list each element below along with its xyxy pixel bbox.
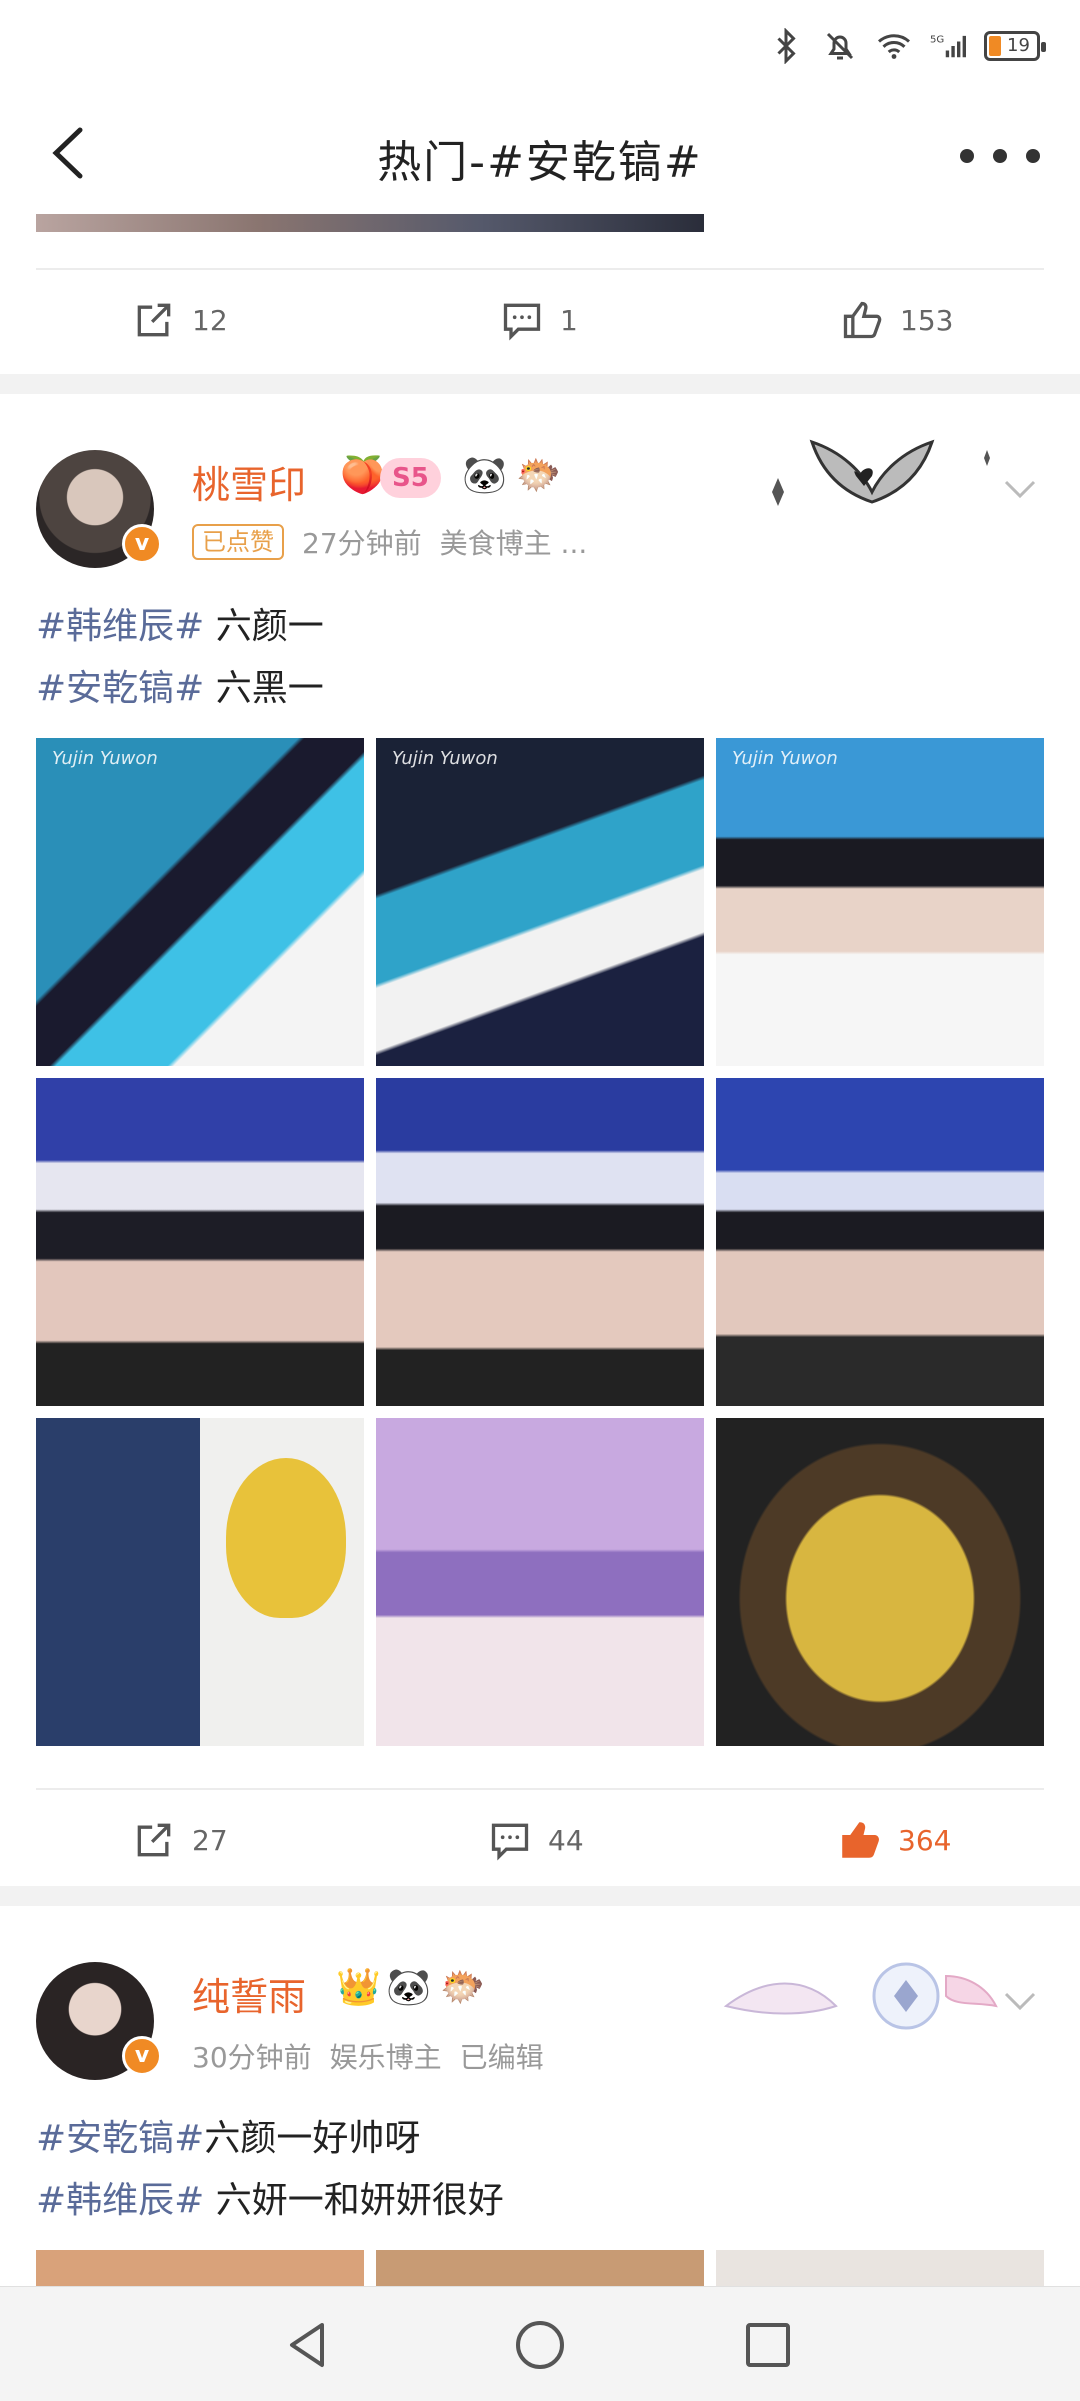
system-navigation-bar [0, 2286, 1080, 2401]
comment-button[interactable]: 1 [500, 280, 578, 360]
comment-count: 1 [560, 303, 578, 337]
mute-bell-icon [826, 32, 854, 60]
dot-icon [1026, 149, 1040, 163]
hashtag-link[interactable]: #韩维辰# [36, 2180, 204, 2221]
post-time: 27分钟前 [302, 527, 422, 560]
verified-badge-icon: v [122, 2036, 162, 2076]
grid-image[interactable] [36, 2250, 364, 2286]
battery-icon: 19 [984, 31, 1046, 61]
grid-image[interactable] [36, 1078, 364, 1406]
bluetooth-icon [777, 28, 796, 64]
page-title: 热门-#安乾镐# [377, 137, 703, 188]
watermark: Yujin Yuwon [732, 748, 838, 769]
username[interactable]: 纯誓雨 [192, 1966, 306, 2021]
repost-icon [137, 303, 171, 337]
post-source: 娱乐博主 [329, 2041, 442, 2074]
post-card: v 纯誓雨 👑 🐼 🐡 30分钟前 娱乐博主 已编辑 #安乾镐#六颜一好帅呀 #… [0, 1906, 1080, 2286]
panda-icon: 🐼 [386, 1967, 431, 2008]
dot-icon [960, 149, 974, 163]
image-grid: Yujin Yuwon Yujin Yuwon Yujin Yuwon [36, 738, 1044, 1746]
grid-image[interactable] [36, 1418, 364, 1746]
post-card-previous: 12 1 153 [0, 214, 1080, 374]
comment-icon [503, 303, 541, 341]
comment-count: 44 [548, 1823, 584, 1857]
crown-icon: 👑 [336, 1967, 381, 2008]
hashtag-link[interactable]: #安乾镐# [36, 2118, 204, 2159]
grid-image[interactable] [716, 1418, 1044, 1746]
post-source: 美食博主 ... [439, 527, 588, 560]
comment-icon [491, 1823, 529, 1861]
post-text: 六颜一好帅呀 [204, 2118, 421, 2159]
battery-level: 19 [1007, 35, 1030, 56]
post-action-bar: 27 44 364 [0, 1800, 1080, 1880]
home-circle-icon[interactable] [512, 2317, 568, 2373]
repost-button[interactable]: 27 [132, 1800, 228, 1880]
chevron-down-icon[interactable] [1000, 468, 1040, 508]
post-image-partial[interactable] [36, 214, 704, 232]
comment-button[interactable]: 44 [488, 1800, 584, 1880]
post-text: 六颜一 [204, 606, 324, 647]
more-options-button[interactable] [960, 136, 1040, 176]
watermark: Yujin Yuwon [52, 748, 158, 769]
status-icons: 5G 19 [768, 28, 1046, 64]
fish-icon: 🐡 [516, 455, 561, 496]
post-text-line: #韩维辰# 六妍一和妍妍很好 [36, 2170, 504, 2232]
post-time: 30分钟前 [192, 2041, 312, 2074]
like-count: 153 [900, 303, 954, 337]
chevron-down-icon[interactable] [1000, 1980, 1040, 2020]
top-nav-bar: 热门-#安乾镐# [0, 96, 1080, 215]
grid-image[interactable] [376, 2250, 704, 2286]
recents-square-icon[interactable] [740, 2317, 796, 2373]
divider [36, 1788, 1044, 1790]
post-text-line: #安乾镐# 六黑一 [36, 658, 324, 720]
like-button[interactable]: 153 [840, 280, 953, 360]
divider [36, 268, 1044, 270]
fish-icon: 🐡 [440, 1967, 485, 2008]
verified-badge-icon: v [122, 524, 162, 564]
signal-5g-icon: 5G [930, 35, 966, 58]
username[interactable]: 桃雪印 [192, 454, 306, 509]
hashtag-link[interactable]: #安乾镐# [36, 668, 204, 709]
repost-button[interactable]: 12 [132, 280, 228, 360]
post-text-line: #安乾镐#六颜一好帅呀 [36, 2108, 420, 2170]
post-action-bar: 12 1 153 [0, 280, 1080, 360]
like-count: 364 [898, 1823, 952, 1857]
yellow-mask-illustration [226, 1458, 346, 1618]
panda-icon: 🐼 [462, 455, 507, 496]
post-text: 六黑一 [204, 668, 324, 709]
repost-count: 27 [192, 1823, 228, 1857]
repost-icon [137, 1823, 171, 1857]
post-card: v 桃雪印 🍑 S5 🐼 🐡 已点赞 27分钟前 美食博主 ... #韩维辰# … [0, 394, 1080, 1886]
post-meta: 30分钟前 娱乐博主 已编辑 [192, 2036, 544, 2076]
grid-image[interactable] [376, 1078, 704, 1406]
grid-image[interactable]: Yujin Yuwon [716, 738, 1044, 1066]
grid-image[interactable] [376, 1418, 704, 1746]
grid-image[interactable]: Yujin Yuwon [36, 738, 364, 1066]
svg-text:5G: 5G [930, 35, 944, 46]
grid-image[interactable] [716, 1078, 1044, 1406]
watermark: Yujin Yuwon [392, 748, 498, 769]
level-badge: S5 [380, 458, 441, 498]
repost-count: 12 [192, 303, 228, 337]
grid-image[interactable] [716, 2250, 1044, 2286]
vip-icon: 🍑 [340, 455, 385, 496]
back-triangle-icon[interactable] [280, 2317, 336, 2373]
grid-image[interactable]: Yujin Yuwon [376, 738, 704, 1066]
dot-icon [993, 149, 1007, 163]
decoration-wings-bow-icon [723, 1962, 998, 2030]
liked-badge: 已点赞 [192, 524, 284, 560]
status-bar: 5G 19 [0, 0, 1080, 96]
thumbs-up-icon [843, 301, 882, 339]
like-button[interactable]: 364 [838, 1800, 951, 1880]
post-text: 六妍一和妍妍很好 [204, 2180, 504, 2221]
thumbs-up-icon [842, 1822, 879, 1858]
hashtag-link[interactable]: #韩维辰# [36, 606, 204, 647]
decoration-heart-wings-icon [772, 439, 990, 506]
post-text-line: #韩维辰# 六颜一 [36, 596, 324, 658]
edited-label: 已编辑 [459, 2041, 544, 2074]
post-meta: 已点赞 27分钟前 美食博主 ... [192, 522, 587, 562]
wifi-icon [878, 34, 910, 59]
